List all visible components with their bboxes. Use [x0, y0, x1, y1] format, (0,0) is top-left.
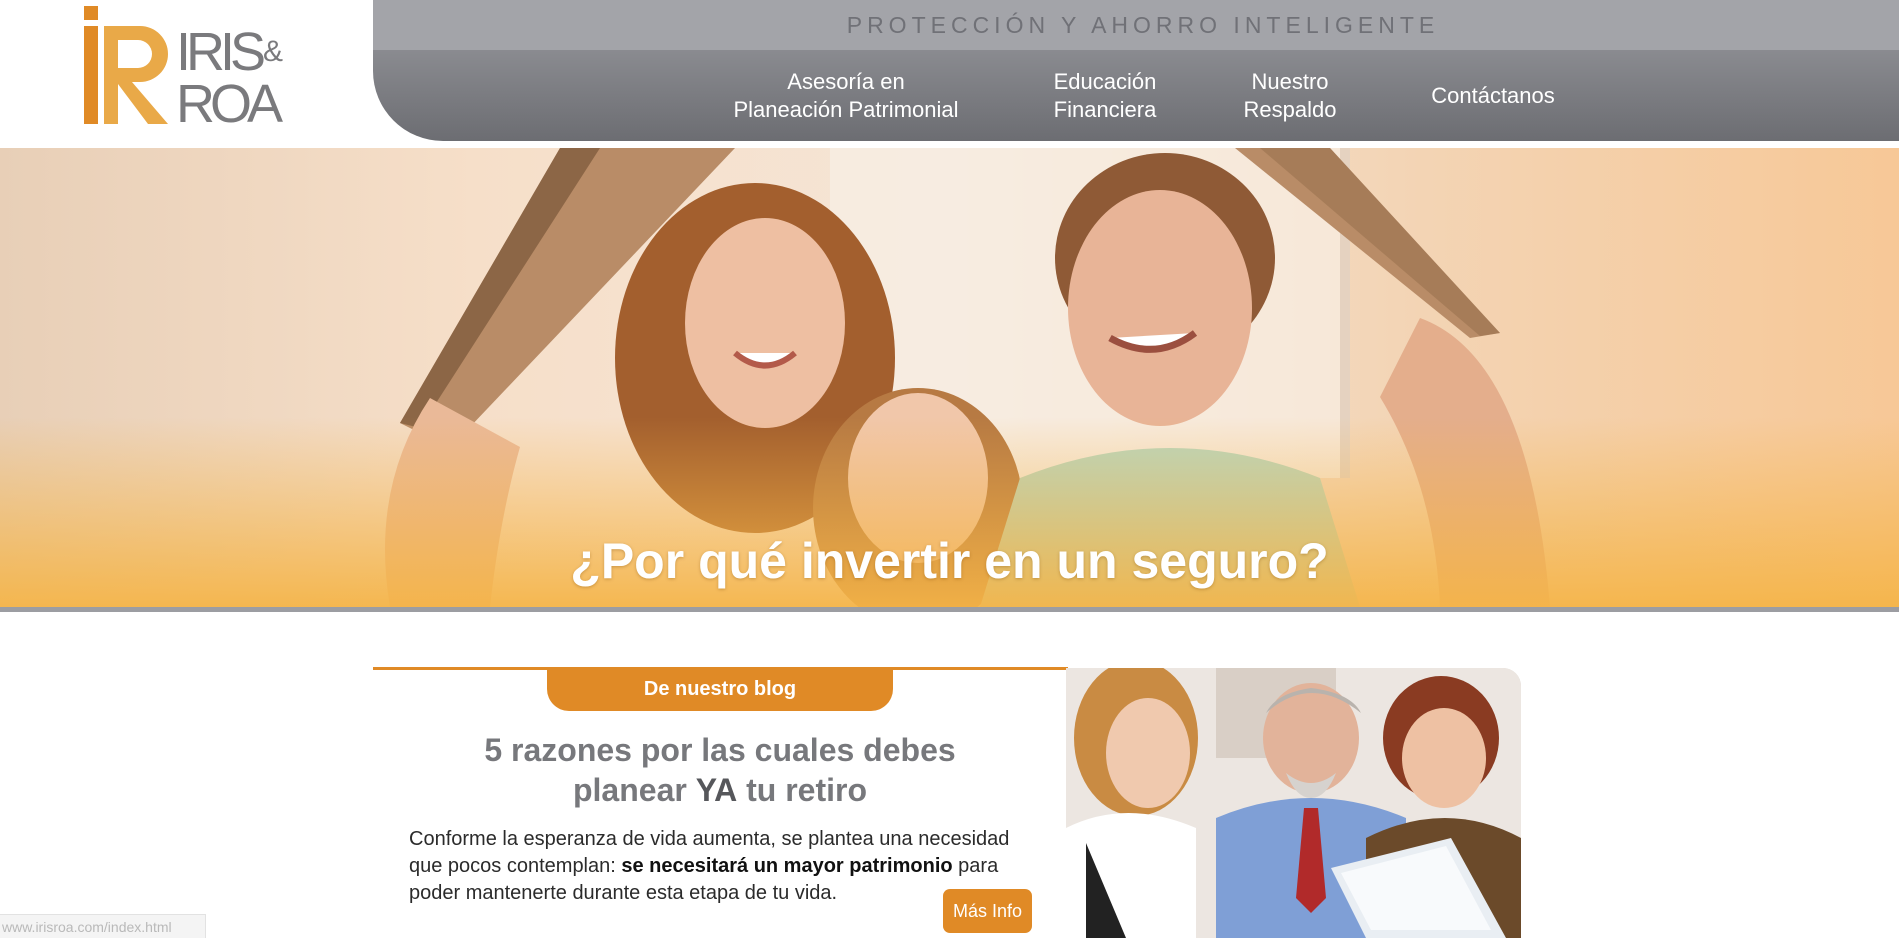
- logo-ampersand: &: [263, 35, 283, 68]
- hero-title: ¿Por qué invertir en un seguro?: [570, 533, 1329, 589]
- nav-item-contactanos[interactable]: Contáctanos: [1423, 82, 1563, 110]
- status-bar-url: www.irisroa.com/index.html: [0, 914, 206, 938]
- logo-line2: ROA: [176, 74, 283, 134]
- blog-excerpt-bold: se necesitará un mayor patrimonio: [621, 855, 953, 877]
- main-nav: Asesoría en Planeación Patrimonial Educa…: [373, 50, 1899, 141]
- logo-line1: IRIS: [176, 22, 266, 82]
- hero-banner: ¿Por qué invertir en un seguro?: [0, 148, 1899, 607]
- blog-section-label: De nuestro blog: [547, 670, 893, 711]
- hero-divider: [0, 607, 1899, 612]
- tagline: PROTECCIÓN Y AHORRO INTELIGENTE: [846, 12, 1440, 38]
- blog-title-line2-pre: planear: [572, 772, 696, 808]
- nav-label-line1: Contáctanos: [1431, 83, 1555, 108]
- nav-label-line2: Planeación Patrimonial: [733, 97, 959, 122]
- nav-item-educacion[interactable]: Educación Financiera: [1040, 68, 1170, 124]
- nav-label-line1: Educación: [1053, 69, 1157, 94]
- nav-label-line2: Financiera: [1053, 97, 1157, 122]
- nav-item-asesoria[interactable]: Asesoría en Planeación Patrimonial: [726, 68, 966, 124]
- blog-photo-art: [1066, 668, 1521, 938]
- blog-excerpt: Conforme la esperanza de vida aumenta, s…: [409, 826, 1029, 907]
- site-logo[interactable]: IRIS& ROA: [80, 4, 285, 131]
- blog-post-image[interactable]: [1066, 668, 1521, 938]
- logo-wordmark: IRIS& ROA: [176, 25, 286, 134]
- blog-post-title[interactable]: 5 razones por las cuales debes planear Y…: [420, 730, 1020, 810]
- blog-title-emphasis: YA: [695, 772, 738, 808]
- logo-monogram-icon: [84, 6, 168, 124]
- nav-item-respaldo[interactable]: Nuestro Respaldo: [1235, 68, 1345, 124]
- blog-title-line2-post: tu retiro: [737, 772, 867, 808]
- blog-title-line1: 5 razones por las cuales debes: [484, 732, 956, 768]
- nav-label-line1: Nuestro: [1251, 69, 1329, 94]
- nav-label-line2: Respaldo: [1243, 97, 1337, 122]
- more-info-button[interactable]: Más Info: [943, 889, 1032, 933]
- nav-label-line1: Asesoría en: [787, 69, 905, 94]
